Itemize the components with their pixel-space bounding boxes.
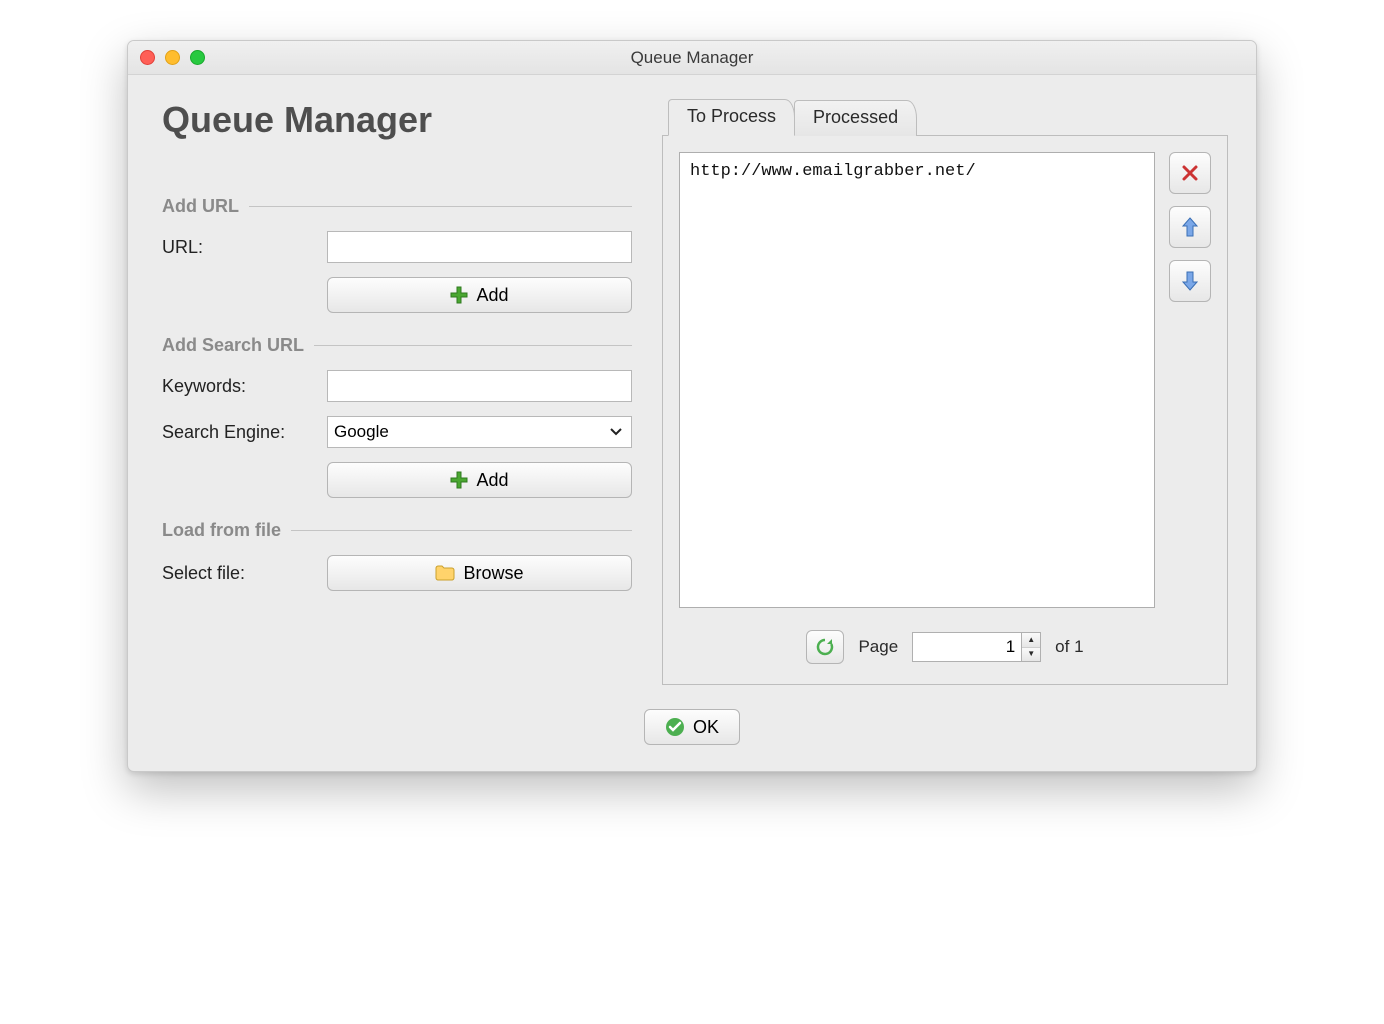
keywords-label: Keywords: [162, 376, 327, 397]
add-url-button[interactable]: Add [327, 277, 632, 313]
search-engine-select[interactable] [327, 416, 632, 448]
button-label: Add [476, 285, 508, 306]
select-file-label: Select file: [162, 563, 327, 584]
page-total-label: of 1 [1055, 637, 1083, 657]
queue-listbox[interactable]: http://www.emailgrabber.net/ [679, 152, 1155, 608]
folder-icon [435, 565, 455, 581]
arrow-down-icon [1182, 271, 1198, 291]
section-label: Add URL [162, 196, 239, 217]
refresh-button[interactable] [806, 630, 844, 664]
tab-to-process[interactable]: To Process [668, 99, 795, 136]
page-spinner-down[interactable]: ▼ [1022, 648, 1040, 662]
keywords-input[interactable] [327, 370, 632, 402]
page-number-input[interactable] [912, 632, 1022, 662]
window-titlebar: Queue Manager [128, 41, 1256, 75]
remove-button[interactable] [1169, 152, 1211, 194]
arrow-up-icon [1182, 217, 1198, 237]
page-spinner-up[interactable]: ▲ [1022, 633, 1040, 648]
window-title: Queue Manager [631, 48, 754, 68]
section-label: Add Search URL [162, 335, 304, 356]
search-engine-label: Search Engine: [162, 422, 327, 443]
section-label: Load from file [162, 520, 281, 541]
window-zoom-button[interactable] [190, 50, 205, 65]
queue-manager-window: Queue Manager Queue Manager Add URL URL:… [127, 40, 1257, 772]
x-icon [1181, 164, 1199, 182]
add-search-button[interactable]: Add [327, 462, 632, 498]
window-controls [140, 50, 205, 65]
section-header-add-url: Add URL [162, 196, 632, 217]
list-item[interactable]: http://www.emailgrabber.net/ [690, 161, 1144, 182]
url-label: URL: [162, 237, 327, 258]
page-title: Queue Manager [162, 99, 632, 141]
pager: Page ▲ ▼ of 1 [679, 630, 1211, 664]
tab-processed[interactable]: Processed [794, 100, 917, 136]
section-header-add-search: Add Search URL [162, 335, 632, 356]
browse-button[interactable]: Browse [327, 555, 632, 591]
button-label: Add [476, 470, 508, 491]
page-spinner: ▲ ▼ [1022, 632, 1041, 662]
window-minimize-button[interactable] [165, 50, 180, 65]
plus-icon [450, 471, 468, 489]
move-up-button[interactable] [1169, 206, 1211, 248]
ok-button[interactable]: OK [644, 709, 740, 745]
refresh-icon [815, 637, 835, 657]
page-label: Page [858, 637, 898, 657]
section-header-load-file: Load from file [162, 520, 632, 541]
url-input[interactable] [327, 231, 632, 263]
check-circle-icon [665, 717, 685, 737]
tab-panel: http://www.emailgrabber.net/ [662, 135, 1228, 685]
button-label: Browse [463, 563, 523, 584]
move-down-button[interactable] [1169, 260, 1211, 302]
button-label: OK [693, 717, 719, 738]
dialog-footer: OK [128, 695, 1256, 771]
window-close-button[interactable] [140, 50, 155, 65]
queue-tabs: To Process Processed [668, 99, 1228, 136]
plus-icon [450, 286, 468, 304]
